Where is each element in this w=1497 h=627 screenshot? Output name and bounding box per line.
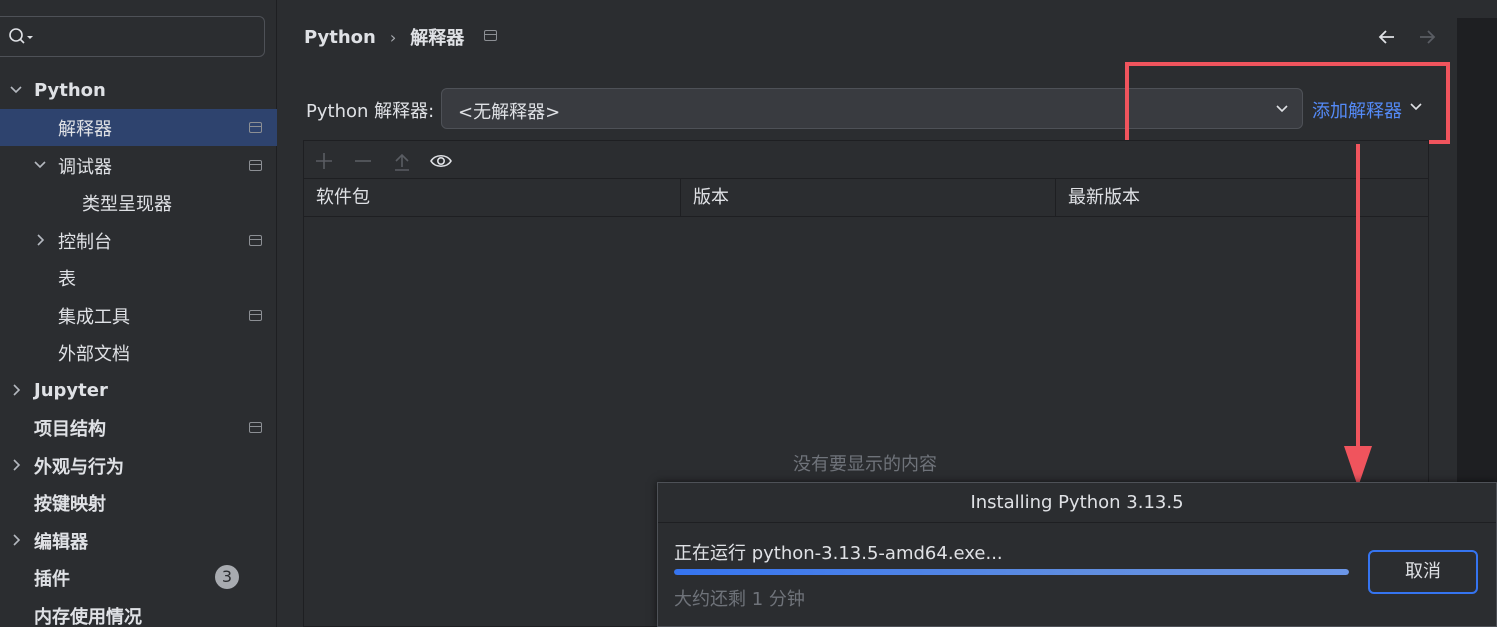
search-input[interactable] [0, 16, 265, 57]
plus-icon[interactable] [312, 149, 336, 173]
right-edge-panel-top [1457, 0, 1497, 18]
column-header-version[interactable]: 版本 [680, 179, 1055, 217]
eye-icon[interactable] [429, 149, 453, 173]
project-scope-icon [484, 30, 497, 41]
column-header-package[interactable]: 软件包 [304, 179, 680, 217]
project-scope-icon [249, 122, 262, 133]
settings-sidebar: Python 解释器 调试器 类型呈现器 控制台 表 集成工具 外部文档 Jup… [0, 0, 277, 627]
sidebar-item-label: 调试器 [58, 156, 112, 178]
sidebar-item-project-structure[interactable]: 项目结构 [0, 409, 277, 446]
chevron-right-icon [13, 459, 21, 471]
sidebar-item-appearance[interactable]: 外观与行为 [0, 447, 277, 484]
chevron-down-icon [34, 161, 46, 169]
install-progress-bar [674, 569, 1349, 575]
sidebar-item-label: 按键映射 [34, 493, 106, 515]
interpreter-label: Python 解释器: [306, 101, 435, 122]
chevron-right-icon [13, 384, 21, 396]
search-icon [9, 28, 33, 44]
sidebar-item-keymap[interactable]: 按键映射 [0, 484, 277, 521]
minus-icon[interactable] [351, 149, 375, 173]
sidebar-item-label: 内存使用情况 [34, 606, 142, 627]
sidebar-item-python[interactable]: Python [0, 72, 277, 109]
sidebar-item-plugins[interactable]: 插件 3 [0, 559, 277, 596]
dialog-status-text: 正在运行 python-3.13.5-amd64.exe... [674, 543, 1003, 564]
breadcrumb-root[interactable]: Python [304, 27, 376, 48]
sidebar-item-label: 外部文档 [58, 343, 130, 365]
cancel-button[interactable]: 取消 [1368, 550, 1478, 594]
sidebar-item-label: 项目结构 [34, 418, 106, 440]
sidebar-item-label: 编辑器 [34, 531, 88, 553]
sidebar-item-label: 外观与行为 [34, 456, 124, 478]
install-progress-fill [674, 569, 1349, 575]
sidebar-item-external-docs[interactable]: 外部文档 [0, 334, 277, 371]
sidebar-item-jupyter[interactable]: Jupyter [0, 372, 277, 409]
sidebar-item-label: 集成工具 [58, 306, 130, 328]
chevron-right-icon [13, 534, 21, 546]
install-progress-dialog: Installing Python 3.13.5 正在运行 python-3.1… [657, 482, 1497, 627]
sidebar-item-debugger[interactable]: 调试器 [0, 147, 277, 184]
breadcrumb-separator-icon: › [389, 27, 397, 47]
sidebar-item-tables[interactable]: 表 [0, 259, 277, 296]
package-toolbar [304, 141, 1428, 179]
highlight-annotation-box [1125, 62, 1450, 144]
sidebar-item-label: Python [34, 80, 106, 101]
sidebar-item-interpreter[interactable]: 解释器 [0, 109, 277, 146]
sidebar-item-memory-usage[interactable]: 内存使用情况 [0, 597, 277, 627]
sidebar-item-integrated-tools[interactable]: 集成工具 [0, 297, 277, 334]
project-scope-icon [249, 422, 262, 433]
breadcrumb-current: 解释器 [410, 28, 465, 49]
plugins-count-badge: 3 [215, 565, 239, 589]
chevron-down-icon [10, 86, 22, 94]
project-scope-icon [249, 310, 262, 321]
breadcrumb: Python › 解释器 [304, 24, 464, 50]
sidebar-item-label: 控制台 [58, 231, 112, 253]
upgrade-icon[interactable] [390, 149, 414, 173]
sidebar-item-label: 类型呈现器 [82, 193, 172, 215]
sidebar-item-label: 解释器 [58, 118, 112, 140]
forward-arrow-icon[interactable] [1416, 26, 1438, 48]
back-arrow-icon[interactable] [1376, 26, 1398, 48]
project-scope-icon [249, 160, 262, 171]
package-table-header: 软件包 版本 最新版本 [304, 179, 1428, 217]
sidebar-item-label: 表 [58, 268, 76, 290]
sidebar-item-type-renderers[interactable]: 类型呈现器 [0, 184, 277, 221]
project-scope-icon [249, 235, 262, 246]
empty-table-text: 没有要显示的内容 [793, 454, 937, 475]
sidebar-item-editor[interactable]: 编辑器 [0, 522, 277, 559]
annotation-arrow-icon [1344, 144, 1372, 487]
dialog-title: Installing Python 3.13.5 [658, 483, 1496, 523]
sidebar-item-label: Jupyter [34, 380, 108, 401]
sidebar-item-label: 插件 [34, 568, 70, 590]
dialog-remaining-text: 大约还剩 1 分钟 [674, 589, 805, 610]
chevron-right-icon [37, 234, 45, 246]
sidebar-item-console[interactable]: 控制台 [0, 222, 277, 259]
